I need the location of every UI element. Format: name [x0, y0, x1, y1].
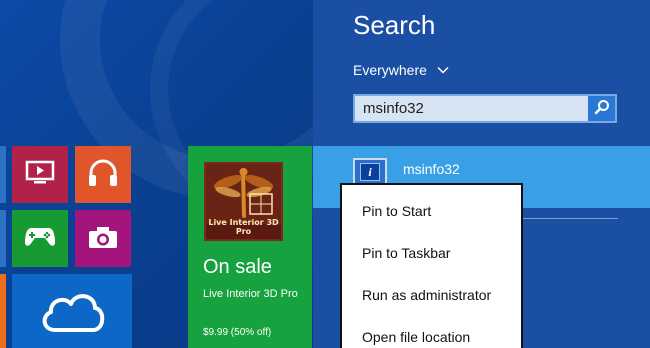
partial-tile[interactable]: [0, 146, 6, 203]
app-icon-label: Live Interior 3D Pro: [208, 218, 279, 236]
search-pane-title: Search: [353, 10, 436, 40]
menu-item-open-file-location[interactable]: Open file location: [362, 329, 470, 345]
app-icon: Live Interior 3D Pro: [204, 162, 283, 241]
camera-tile[interactable]: [75, 210, 131, 267]
partial-tile[interactable]: [0, 210, 6, 267]
store-tile-title: On sale: [203, 256, 272, 278]
menu-item-run-as-administrator[interactable]: Run as administrator: [362, 287, 491, 303]
onedrive-tile[interactable]: [12, 274, 132, 348]
xbox-controller-icon: [24, 225, 56, 253]
cloud-icon: [37, 284, 107, 338]
camera-icon: [87, 224, 119, 254]
video-icon: [25, 160, 55, 190]
dragonfly-logo-icon: [206, 164, 281, 224]
store-tile-app-name: Live Interior 3D Pro: [203, 288, 298, 300]
store-sale-tile[interactable]: Live Interior 3D Pro On sale Live Interi…: [188, 146, 312, 348]
music-tile[interactable]: [75, 146, 131, 203]
system-info-glyph: i: [360, 163, 380, 181]
chevron-down-icon: [437, 66, 449, 74]
headphones-icon: [87, 158, 119, 192]
search-scope-label: Everywhere: [353, 62, 427, 78]
search-box: [353, 94, 617, 123]
magnifier-icon: [594, 99, 610, 119]
games-tile[interactable]: [12, 210, 68, 267]
store-tile-price: $9.99 (50% off): [203, 327, 272, 338]
search-button[interactable]: [588, 96, 615, 121]
menu-item-pin-to-taskbar[interactable]: Pin to Taskbar: [362, 245, 450, 261]
search-input[interactable]: [355, 96, 588, 121]
menu-item-pin-to-start[interactable]: Pin to Start: [362, 203, 431, 219]
context-menu: Pin to Start Pin to Taskbar Run as admin…: [340, 183, 523, 348]
partial-tile[interactable]: [0, 274, 6, 348]
start-screen: Live Interior 3D Pro On sale Live Interi…: [0, 0, 313, 348]
search-scope-dropdown[interactable]: Everywhere: [353, 62, 449, 78]
search-result-label: msinfo32: [403, 161, 460, 177]
video-tile[interactable]: [12, 146, 68, 203]
